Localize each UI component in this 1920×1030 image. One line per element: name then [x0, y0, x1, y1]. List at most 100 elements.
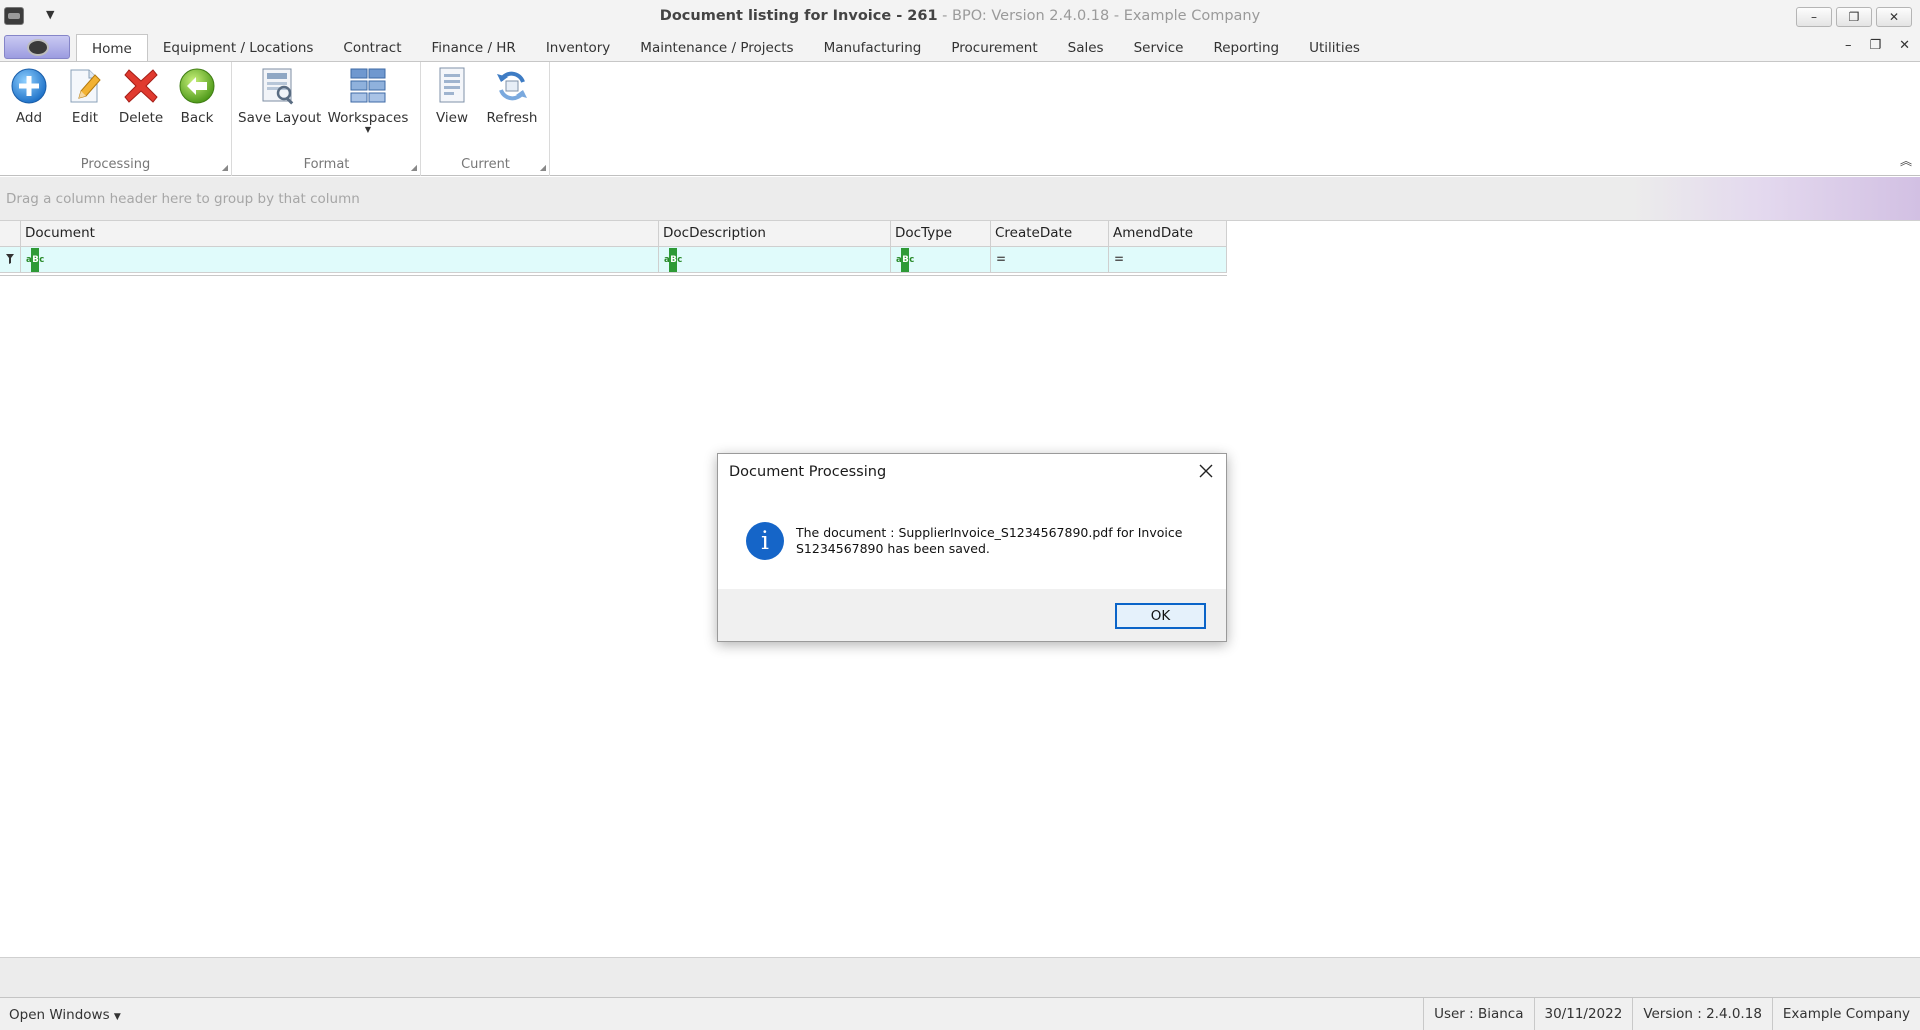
chevron-down-icon: ▼: [113, 1012, 121, 1022]
mdi-restore-button[interactable]: ❐: [1869, 38, 1881, 53]
dialog-message: The document : SupplierInvoice_S12345678…: [796, 525, 1183, 556]
format-launcher-icon[interactable]: ◢: [411, 163, 417, 172]
dialog-title: Document Processing: [729, 464, 887, 480]
funnel-icon: [0, 247, 21, 272]
status-user: User : Bianca: [1423, 998, 1533, 1030]
row-indicator-header: [0, 221, 21, 246]
text-filter-icon: aBc: [664, 248, 682, 272]
add-icon: [9, 66, 49, 106]
filter-cell-doctype[interactable]: aBc: [891, 247, 991, 272]
column-header-doctype[interactable]: DocType: [891, 221, 991, 246]
add-button[interactable]: Add: [1, 66, 57, 136]
save-layout-button[interactable]: Save Layout: [238, 66, 322, 136]
status-bar: Open Windows ▼ User : Bianca 30/11/2022 …: [0, 997, 1920, 1030]
tab-contract[interactable]: Contract: [328, 34, 416, 61]
tab-manufacturing[interactable]: Manufacturing: [809, 34, 937, 61]
view-button[interactable]: View: [424, 66, 480, 136]
tab-sales[interactable]: Sales: [1053, 34, 1119, 61]
column-header-docdescription[interactable]: DocDescription: [659, 221, 891, 246]
view-document-icon: [432, 66, 472, 106]
delete-button-label: Delete: [118, 110, 164, 126]
workspaces-dropdown-icon: ▼: [364, 125, 372, 134]
filter-cell-createdate[interactable]: =: [991, 247, 1109, 272]
dialog-footer: OK: [718, 589, 1226, 641]
mdi-minimize-button[interactable]: –: [1845, 38, 1852, 53]
tab-equipment-locations[interactable]: Equipment / Locations: [148, 34, 329, 61]
grid-bottom-edge: [0, 273, 1227, 276]
column-header-document[interactable]: Document: [21, 221, 659, 246]
dialog-close-button[interactable]: [1194, 459, 1218, 483]
back-button[interactable]: Back: [169, 66, 225, 136]
tab-maintenance-projects[interactable]: Maintenance / Projects: [625, 34, 808, 61]
group-label-processing: Processing: [80, 157, 151, 172]
filter-cell-docdescription[interactable]: aBc: [659, 247, 891, 272]
ribbon-group-format: Save Layout Workspaces ▼ Format ◢: [233, 62, 421, 176]
window-controls: – ❐ ✕: [1796, 7, 1912, 27]
save-layout-icon: [258, 66, 298, 106]
group-label-format: Format: [303, 157, 350, 172]
document-processing-dialog: Document Processing i The document : Sup…: [717, 453, 1227, 642]
group-label-current: Current: [461, 157, 510, 172]
status-company: Example Company: [1771, 998, 1920, 1030]
tab-service[interactable]: Service: [1119, 34, 1199, 61]
open-windows-label: Open Windows: [9, 1007, 110, 1023]
workspaces-icon: [348, 66, 388, 106]
status-info: User : Bianca 30/11/2022 Version : 2.4.0…: [1423, 998, 1920, 1030]
current-launcher-icon[interactable]: ◢: [540, 163, 546, 172]
equals-filter-icon: =: [996, 252, 1007, 266]
ribbon-group-processing: Add Edit Delete Back Processing ◢: [0, 62, 232, 176]
filter-cell-document[interactable]: aBc: [21, 247, 659, 272]
edit-button[interactable]: Edit: [57, 66, 113, 136]
window-minimize-button[interactable]: –: [1796, 7, 1832, 27]
title-bar: ▼ Document listing for Invoice - 261 - B…: [0, 0, 1920, 34]
back-arrow-icon: [177, 66, 217, 106]
column-header-amenddate[interactable]: AmendDate: [1109, 221, 1227, 246]
edit-button-label: Edit: [71, 110, 99, 126]
tab-procurement[interactable]: Procurement: [936, 34, 1052, 61]
open-windows-menu[interactable]: Open Windows ▼: [9, 1007, 121, 1023]
info-icon: i: [746, 522, 784, 560]
tab-inventory[interactable]: Inventory: [531, 34, 625, 61]
delete-icon: [121, 66, 161, 106]
tab-reporting[interactable]: Reporting: [1198, 34, 1294, 61]
refresh-button[interactable]: Refresh: [484, 66, 540, 136]
tab-finance-hr[interactable]: Finance / HR: [417, 34, 531, 61]
view-button-label: View: [435, 110, 469, 126]
group-by-panel[interactable]: Drag a column header here to group by th…: [0, 177, 1920, 221]
tab-home[interactable]: Home: [76, 34, 148, 62]
status-version: Version : 2.4.0.18: [1632, 998, 1772, 1030]
refresh-icon: [492, 66, 532, 106]
app-badge-icon: [27, 39, 49, 56]
delete-button[interactable]: Delete: [113, 66, 169, 136]
ok-button[interactable]: OK: [1115, 603, 1206, 629]
equals-filter-icon: =: [1114, 252, 1125, 266]
workspaces-button-label: Workspaces: [327, 110, 409, 126]
window-title-suffix: - BPO: Version 2.4.0.18 - Example Compan…: [937, 8, 1261, 24]
text-filter-icon: aBc: [26, 248, 44, 272]
window-title: Document listing for Invoice - 261 - BPO…: [0, 8, 1920, 24]
ribbon-tabs: Home Equipment / Locations Contract Finance…: [76, 34, 1375, 62]
window-title-main: Document listing for Invoice - 261: [659, 8, 938, 24]
grid-filter-row: aBc aBc aBc = =: [0, 247, 1227, 273]
horizontal-scroll-area: [0, 957, 1920, 997]
filter-cell-amenddate[interactable]: =: [1109, 247, 1227, 272]
ribbon-group-current: View Refresh Current ◢: [422, 62, 550, 176]
window-restore-button[interactable]: ❐: [1836, 7, 1872, 27]
tab-utilities[interactable]: Utilities: [1294, 34, 1375, 61]
column-header-createdate[interactable]: CreateDate: [991, 221, 1109, 246]
ribbon-tab-bar: Home Equipment / Locations Contract Finance…: [0, 34, 1920, 62]
add-button-label: Add: [15, 110, 43, 126]
mdi-close-button[interactable]: ✕: [1899, 38, 1910, 53]
ribbon-panel: Add Edit Delete Back Processing ◢ Save L…: [0, 61, 1920, 176]
text-filter-icon: aBc: [896, 248, 914, 272]
window-close-button[interactable]: ✕: [1876, 7, 1912, 27]
refresh-button-label: Refresh: [486, 110, 538, 126]
mdi-controls: – ❐ ✕: [1845, 38, 1910, 53]
save-layout-button-label: Save Layout: [238, 110, 322, 126]
workspaces-button[interactable]: Workspaces ▼: [327, 66, 409, 136]
application-menu-button[interactable]: [4, 35, 70, 59]
back-button-label: Back: [180, 110, 214, 126]
processing-launcher-icon[interactable]: ◢: [222, 163, 228, 172]
ribbon-collapse-icon[interactable]: ︽: [1900, 152, 1912, 169]
group-by-hint: Drag a column header here to group by th…: [6, 191, 360, 207]
